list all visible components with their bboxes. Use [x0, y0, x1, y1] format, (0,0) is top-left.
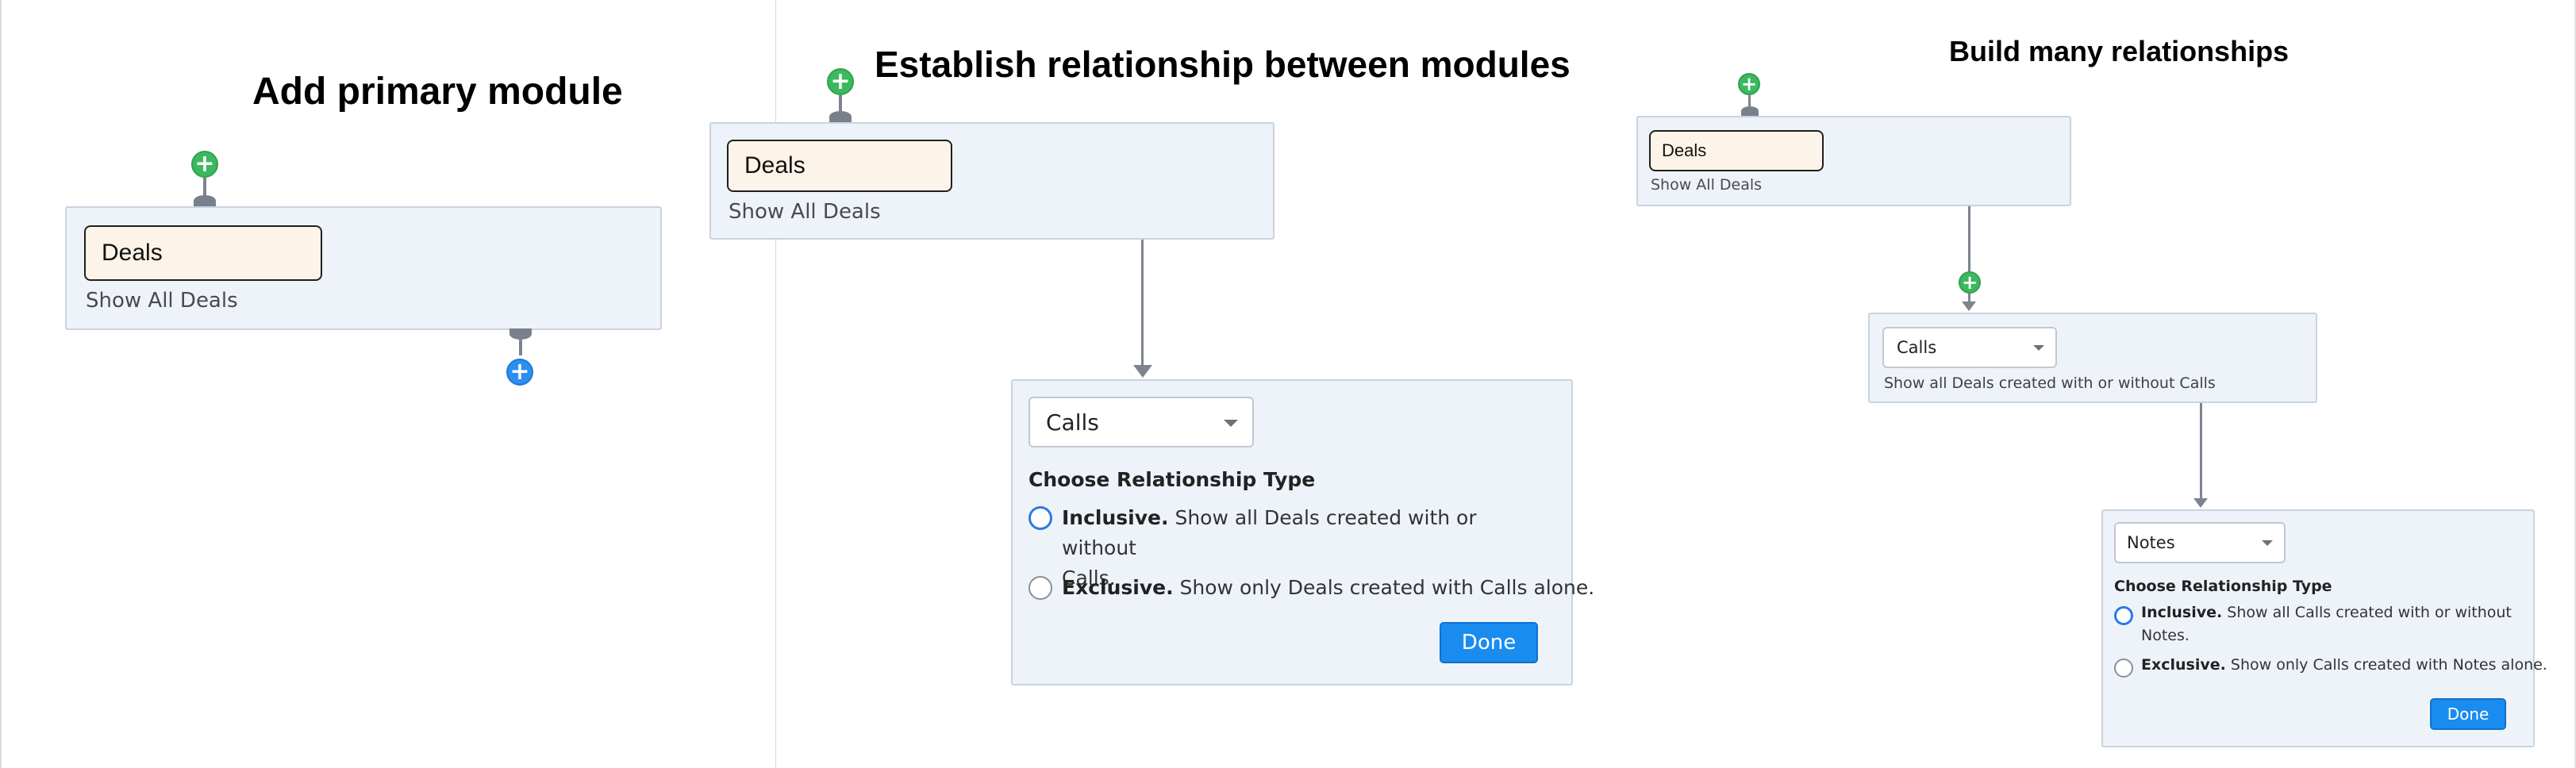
- connector-arrow-icon: [1962, 301, 1976, 311]
- add-relationship-plus-icon[interactable]: +: [506, 359, 533, 386]
- option-description: Show all Calls created with or without: [2227, 604, 2512, 621]
- connector-cap: [194, 195, 216, 206]
- module-caption: Show All Deals: [729, 200, 881, 224]
- inclusive-option-text[interactable]: Inclusive. Show all Calls created with o…: [2141, 601, 2522, 647]
- add-module-plus-icon[interactable]: +: [827, 68, 854, 95]
- panel-title: Establish relationship between modules: [875, 44, 1571, 85]
- connector-cap: [829, 111, 852, 122]
- primary-module-card[interactable]: Deals Show All Deals: [65, 206, 662, 330]
- option-label: Inclusive.: [2141, 604, 2223, 621]
- related-module-select[interactable]: Calls: [1882, 327, 2057, 368]
- exclusive-option-text[interactable]: Exclusive. Show only Deals created with …: [1062, 573, 1594, 603]
- done-button[interactable]: Done: [1440, 622, 1538, 663]
- calls-relationship-card[interactable]: Calls Show all Deals created with or wit…: [1868, 313, 2317, 403]
- exclusive-option-text[interactable]: Exclusive. Show only Calls created with …: [2141, 654, 2547, 677]
- option-label: Exclusive.: [2141, 656, 2226, 674]
- relationship-connector-line: [2200, 403, 2202, 498]
- insert-module-plus-icon[interactable]: +: [1959, 271, 1981, 294]
- option-label: Inclusive.: [1062, 506, 1169, 529]
- option-description: Show only Calls created with Notes alone…: [2230, 656, 2547, 674]
- add-module-plus-icon[interactable]: +: [191, 151, 218, 178]
- inclusive-radio[interactable]: [2114, 606, 2133, 625]
- chevron-down-icon: [2262, 540, 2273, 546]
- deals-module-card[interactable]: Deals Show All Deals: [1636, 116, 2071, 206]
- relationship-type-heading: Choose Relationship Type: [1028, 468, 1316, 491]
- establish-deals-module-card[interactable]: Deals Show All Deals: [709, 122, 1275, 240]
- option-description: Show only Deals created with Calls alone…: [1179, 576, 1595, 599]
- relationship-caption: Show all Deals created with or without C…: [1884, 374, 2216, 392]
- chevron-down-icon: [2033, 345, 2044, 351]
- module-name-pill[interactable]: Deals: [1649, 130, 1824, 171]
- module-name-pill[interactable]: Deals: [727, 140, 952, 192]
- panel-build-many-relationships: Build many relationships + Deals Show Al…: [1601, 0, 2576, 768]
- connector-stem: [1748, 95, 1751, 106]
- exclusive-radio[interactable]: [1028, 576, 1052, 600]
- relationship-card: Notes Choose Relationship Type Inclusive…: [2101, 509, 2547, 747]
- module-name: Deals: [102, 240, 163, 266]
- done-button[interactable]: Done: [2430, 698, 2506, 730]
- option-description-cont: Notes.: [2141, 627, 2190, 644]
- inclusive-radio[interactable]: [1028, 506, 1052, 530]
- related-module-select[interactable]: Notes: [2114, 522, 2286, 563]
- select-value: Calls: [1897, 338, 1937, 357]
- connector-cap: [1741, 106, 1759, 116]
- connector-arrow-icon: [2193, 498, 2208, 508]
- option-label: Exclusive.: [1062, 576, 1174, 599]
- module-caption: Show All Deals: [86, 289, 238, 313]
- exclusive-radio[interactable]: [2114, 659, 2133, 678]
- relationship-connector-line: [1141, 240, 1144, 367]
- panel-title: Add primary module: [252, 71, 623, 113]
- related-module-select[interactable]: Calls: [1028, 397, 1254, 447]
- connector-arrow-icon: [1133, 365, 1152, 378]
- panel-add-primary-module: Add primary module + Deals Show All Deal…: [0, 0, 776, 768]
- connector-stem: [839, 95, 842, 111]
- chevron-down-icon: [1224, 420, 1238, 427]
- select-value: Notes: [2127, 533, 2175, 552]
- module-name-pill[interactable]: Deals: [84, 225, 322, 281]
- connector-stem: [203, 178, 206, 195]
- connector-stem-bottom: [519, 338, 522, 355]
- relationship-card: Calls Choose Relationship Type Inclusive…: [1011, 379, 1594, 685]
- module-caption: Show All Deals: [1651, 176, 1763, 194]
- select-value: Calls: [1046, 409, 1099, 436]
- relationship-type-heading: Choose Relationship Type: [2114, 578, 2332, 595]
- module-name: Deals: [1662, 140, 1707, 160]
- add-module-plus-icon[interactable]: +: [1738, 73, 1760, 95]
- panel-establish-relationship: Establish relationship between modules +…: [776, 0, 1601, 768]
- panel-title: Build many relationships: [1949, 35, 2290, 67]
- module-name: Deals: [744, 152, 805, 179]
